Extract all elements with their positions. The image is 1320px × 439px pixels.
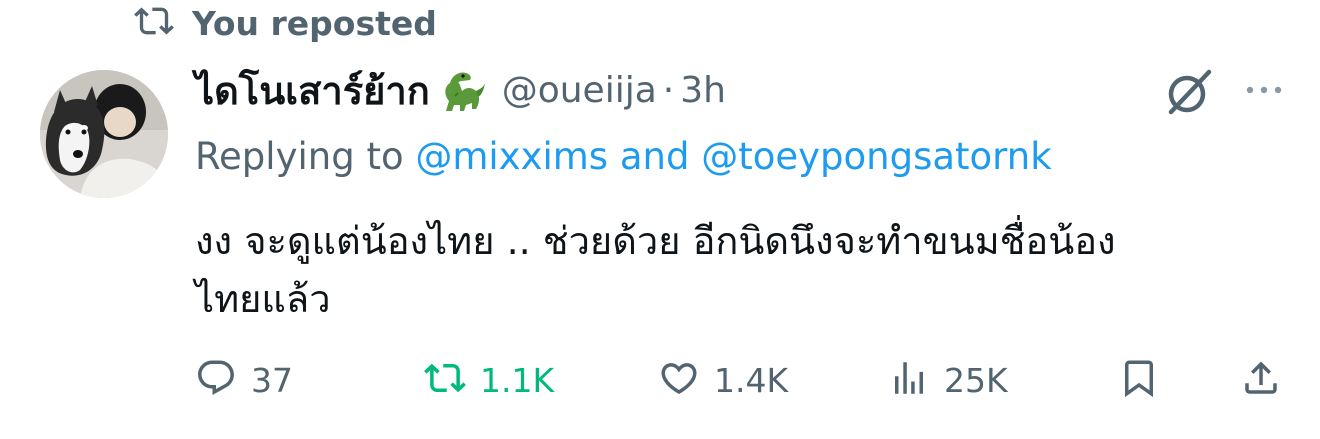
repost-label: You reposted [192, 3, 437, 43]
action-bar: 37 1.1K 1.4K 25K [0, 350, 1320, 410]
bookmark-button[interactable] [1118, 350, 1160, 410]
dinosaur-emoji [436, 65, 486, 115]
avatar[interactable] [40, 70, 168, 198]
mention-link[interactable]: @toeypongsatornk [701, 135, 1051, 178]
mention-joiner[interactable]: and [608, 135, 701, 178]
repost-button[interactable]: 1.1K [424, 350, 554, 410]
repost-banner: You reposted [134, 2, 437, 44]
repost-icon [424, 357, 466, 403]
repost-icon [134, 1, 174, 45]
share-button[interactable] [1240, 350, 1282, 410]
tweet-header: ไดโนเสาร์ย้าก @oueiija · 3h [195, 60, 726, 120]
repost-count: 1.1K [480, 360, 555, 400]
views-button[interactable]: 25K [888, 350, 1008, 410]
replying-to: Replying to @mixxims and @toeypongsatorn… [195, 135, 1052, 178]
views-count: 25K [944, 360, 1008, 400]
like-button[interactable]: 1.4K [658, 350, 788, 410]
timestamp[interactable]: 3h [680, 70, 726, 111]
reply-icon [195, 357, 237, 403]
like-count: 1.4K [714, 360, 789, 400]
tweet-text: งง จะดูแต่น้องไทย .. ช่วยด้วย อีกนิดนึงจ… [195, 212, 1285, 328]
more-options-icon[interactable] [1240, 74, 1288, 106]
views-icon [888, 357, 930, 403]
reply-button[interactable]: 37 [195, 350, 293, 410]
tweet-text-line: ไทยแล้ว [195, 277, 331, 321]
heart-icon [658, 357, 700, 403]
author-handle[interactable]: @oueiija [502, 70, 657, 111]
grok-icon[interactable] [1163, 66, 1215, 118]
separator-dot: · [662, 69, 675, 111]
share-icon [1240, 357, 1282, 403]
replying-prefix: Replying to [195, 135, 416, 178]
tweet-text-line: งง จะดูแต่น้องไทย .. ช่วยด้วย อีกนิดนึงจ… [195, 219, 1116, 263]
display-name[interactable]: ไดโนเสาร์ย้าก [195, 60, 430, 121]
mention-link[interactable]: @mixxims [415, 135, 608, 178]
reply-count: 37 [251, 360, 293, 400]
bookmark-icon [1118, 357, 1160, 403]
